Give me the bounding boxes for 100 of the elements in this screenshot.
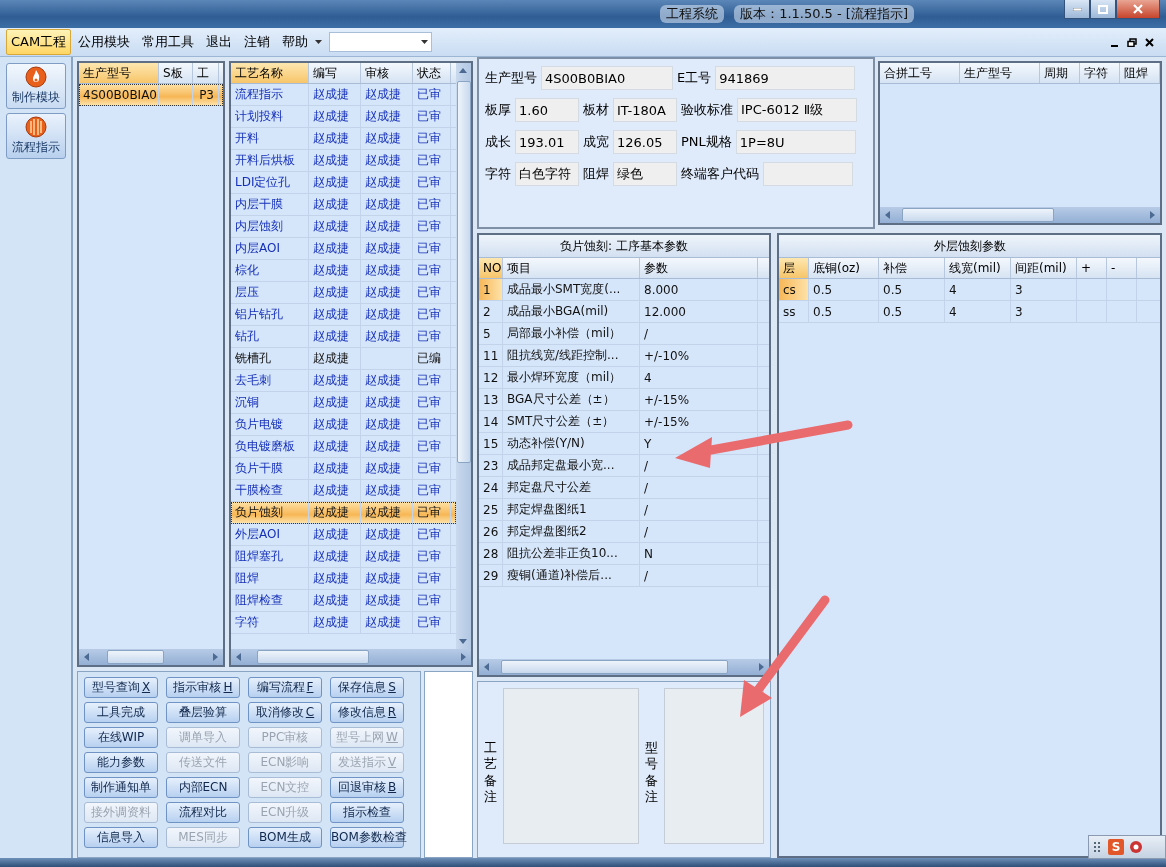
column-header[interactable]: - [1107,258,1137,278]
process-row[interactable]: 钻孔 赵成捷 赵成捷 已审 [231,326,456,348]
action-button[interactable]: 流程对比 [166,802,240,823]
scroll-right-icon[interactable] [1148,211,1156,219]
table-cell[interactable]: 13 [479,389,503,410]
column-header[interactable]: 底铜(oz) [809,258,879,278]
process-row[interactable]: 流程指示 赵成捷 赵成捷 已审 [231,84,456,106]
action-button[interactable]: 修改信息 R [330,702,404,723]
column-header[interactable]: 生产型号 [79,63,159,83]
menu-item[interactable]: 常用工具 [137,29,200,55]
scroll-left-icon[interactable] [83,653,91,661]
app-badge[interactable]: S [1108,839,1124,855]
status-icon[interactable] [1129,840,1143,854]
scroll-right-icon[interactable] [211,653,219,661]
text-field[interactable] [763,162,853,186]
close-button[interactable] [1116,0,1160,19]
column-header[interactable]: 补偿 [879,258,945,278]
column-header[interactable]: 项目 [503,258,640,278]
process-row[interactable]: 内层干膜 赵成捷 赵成捷 已审 [231,194,456,216]
column-header[interactable]: 参数 [640,258,758,278]
table-cell[interactable]: 28 [479,543,503,564]
action-button[interactable]: BOM生成 [248,827,322,848]
scroll-up-icon[interactable] [459,67,467,75]
table-cell[interactable]: 1 [479,279,503,300]
column-header[interactable]: 周期 [1040,63,1080,83]
column-header[interactable]: 线宽(mil) [945,258,1011,278]
text-field[interactable]: 126.05 [613,130,677,154]
action-button[interactable]: 型号查询 X [84,677,158,698]
action-button[interactable]: 保存信息 S [330,677,404,698]
table-cell[interactable]: 25 [479,499,503,520]
menu-item[interactable]: 公用模块 [73,29,136,55]
column-header[interactable]: 层 [779,258,809,278]
action-button[interactable]: 信息导入 [84,827,158,848]
column-header[interactable]: 阻焊 [1120,63,1160,83]
table-cell[interactable]: 11 [479,345,503,366]
process-row[interactable]: LDI定位孔 赵成捷 赵成捷 已审 [231,172,456,194]
text-field[interactable]: 1P=8U [735,130,856,154]
column-header[interactable]: 工艺名称 [231,63,309,83]
column-header[interactable]: NO [479,258,503,278]
scroll-left-icon[interactable] [235,653,243,661]
column-header[interactable]: + [1077,258,1107,278]
table-cell[interactable]: 29 [479,565,503,586]
restore-icon[interactable] [1127,37,1137,47]
process-row[interactable]: 层压 赵成捷 赵成捷 已审 [231,282,456,304]
action-button[interactable]: 制作通知单 [84,777,158,798]
scroll-left-icon[interactable] [483,663,491,671]
process-row[interactable]: 负片干膜 赵成捷 赵成捷 已审 [231,458,456,480]
process-row[interactable]: 内层蚀刻 赵成捷 赵成捷 已审 [231,216,456,238]
maximize-button[interactable] [1090,0,1116,19]
action-button[interactable]: 指示检查 [330,802,404,823]
column-header[interactable]: S板 [159,63,193,83]
scroll-left-icon[interactable] [884,211,892,219]
table-cell[interactable]: ss [779,301,809,322]
column-header[interactable]: 工 [193,63,219,83]
process-row[interactable]: 负片电镀 赵成捷 赵成捷 已审 [231,414,456,436]
action-button[interactable]: 指示审核 H [166,677,240,698]
notes-field[interactable] [664,688,764,844]
action-button[interactable]: 能力参数 [84,752,158,773]
scroll-right-icon[interactable] [459,653,467,661]
process-row[interactable]: 负片蚀刻 赵成捷 赵成捷 已审 [231,502,456,524]
action-button[interactable]: 在线WIP [84,727,158,748]
module-button[interactable]: 制作模块 [6,63,66,109]
table-cell[interactable]: 12 [479,367,503,388]
minimize-button[interactable] [1064,0,1090,19]
text-field[interactable]: IT-180A [613,98,677,122]
dropdown-icon[interactable] [315,39,324,45]
process-row[interactable]: 铣槽孔 赵成捷 已编 [231,348,456,370]
action-button[interactable]: 工具完成 [84,702,158,723]
process-row[interactable]: 内层AOI 赵成捷 赵成捷 已审 [231,238,456,260]
action-button[interactable]: 叠层验算 [166,702,240,723]
text-field[interactable]: 193.01 [515,130,579,154]
process-row[interactable]: 阻焊 赵成捷 赵成捷 已审 [231,568,456,590]
close-icon[interactable] [1145,37,1154,47]
process-row[interactable]: 去毛刺 赵成捷 赵成捷 已审 [231,370,456,392]
table-cell[interactable]: 14 [479,411,503,432]
text-field[interactable]: 941869 [715,66,856,90]
action-button[interactable]: 编写流程 F [248,677,322,698]
menu-item[interactable]: 退出 [201,29,238,55]
table-cell[interactable]: 23 [479,455,503,476]
process-row[interactable]: 沉铜 赵成捷 赵成捷 已审 [231,392,456,414]
table-cell[interactable]: 24 [479,477,503,498]
menu-item[interactable]: CAM工程 [6,29,72,55]
process-row[interactable]: 铝片钻孔 赵成捷 赵成捷 已审 [231,304,456,326]
process-row[interactable]: 字符 赵成捷 赵成捷 已审 [231,612,456,634]
process-row[interactable]: 计划投料 赵成捷 赵成捷 已审 [231,106,456,128]
text-field[interactable]: 白色字符 [515,162,579,186]
table-cell[interactable]: 5 [479,323,503,344]
action-button[interactable]: 取消修改 C [248,702,322,723]
column-header[interactable]: 审核 [361,63,413,83]
horizontal-scrollbar[interactable] [479,659,769,675]
table-cell[interactable]: cs [779,279,809,300]
column-header[interactable]: 编写 [309,63,361,83]
table-cell[interactable]: 2 [479,301,503,322]
horizontal-scrollbar[interactable] [880,207,1160,223]
scroll-down-icon[interactable] [459,637,467,645]
action-button[interactable]: 回退审核 B [330,777,404,798]
text-field[interactable]: 1.60 [515,98,579,122]
process-row[interactable]: 开料 赵成捷 赵成捷 已审 [231,128,456,150]
table-cell[interactable]: 26 [479,521,503,542]
scroll-right-icon[interactable] [757,663,765,671]
